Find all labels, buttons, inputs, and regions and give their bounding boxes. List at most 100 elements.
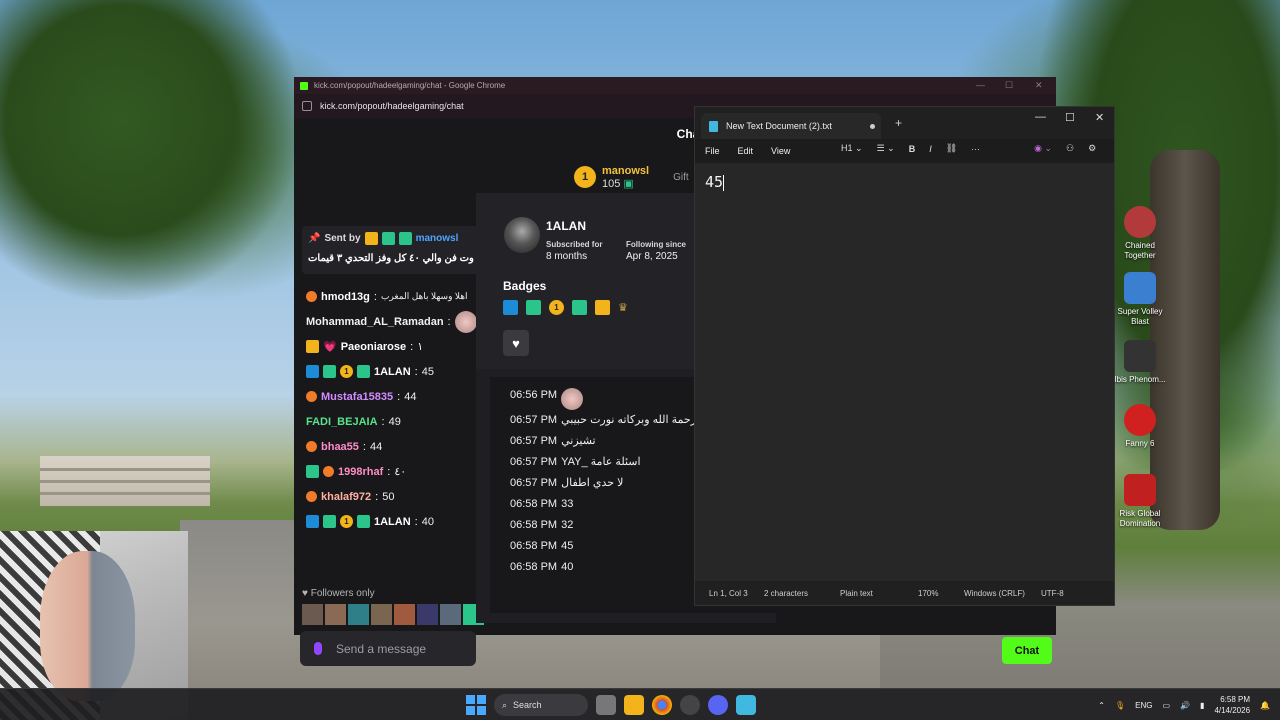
chat-username[interactable]: 1998rhaf bbox=[338, 466, 383, 478]
account-icon[interactable]: ⚇ bbox=[1066, 143, 1074, 154]
verified-badge-icon bbox=[306, 491, 317, 502]
verified-badge-icon bbox=[306, 441, 317, 452]
game-icon bbox=[1124, 340, 1156, 372]
volume-icon[interactable]: 🔊 bbox=[1180, 701, 1190, 710]
chat-username[interactable]: Mohammad_AL_Ramadan bbox=[306, 316, 444, 328]
copilot-icon[interactable]: ◉ ⌄ bbox=[1034, 143, 1052, 154]
moderator-badge-icon bbox=[306, 515, 319, 528]
microphone-icon[interactable]: 🎙 bbox=[1115, 701, 1125, 710]
desktop-icon-risk[interactable]: Risk Global Domination bbox=[1114, 474, 1166, 529]
settings-gear-icon[interactable]: ⚙ bbox=[1088, 143, 1096, 154]
user-badges: 1 ♛ bbox=[503, 300, 628, 315]
menu-file[interactable]: File bbox=[705, 146, 720, 156]
battery-icon[interactable]: ▮ bbox=[1200, 701, 1204, 710]
desktop-icon-fanny[interactable]: Fanny 6 bbox=[1114, 404, 1166, 449]
gift-badge-icon bbox=[572, 300, 587, 315]
status-chars: 2 characters bbox=[764, 588, 809, 598]
pinned-message[interactable]: 📌 Sent by manowsl وت فن والي ٤٠ كل وفز ا… bbox=[302, 226, 482, 274]
pin-icon: 📌 bbox=[308, 233, 321, 244]
italic-icon[interactable]: I bbox=[929, 144, 932, 154]
clock[interactable]: 6:58 PM 4/14/2026 bbox=[1214, 694, 1250, 716]
gifter-name: manowsl bbox=[602, 164, 650, 177]
chrome-icon[interactable] bbox=[652, 695, 672, 715]
file-explorer-icon[interactable] bbox=[624, 695, 644, 715]
heart-emote-icon: 💗 bbox=[323, 341, 337, 353]
notepad-tabbar[interactable]: New Text Document (2).txt + — ☐ ✕ bbox=[695, 107, 1114, 139]
discord-icon[interactable] bbox=[708, 695, 728, 715]
chat-username[interactable]: khalaf972 bbox=[321, 491, 371, 503]
gift-leaderboard[interactable]: 1 manowsl 105 ▣ Gift bbox=[574, 160, 689, 194]
start-button[interactable] bbox=[466, 695, 486, 715]
maximize-icon[interactable]: ☐ bbox=[1005, 80, 1013, 91]
heading-select[interactable]: H1 ⌄ bbox=[841, 143, 863, 154]
link-icon[interactable]: ⛓ bbox=[946, 143, 957, 154]
pinned-user[interactable]: manowsl bbox=[416, 233, 459, 244]
search-label: Search bbox=[513, 700, 542, 710]
history-text: 32 bbox=[561, 519, 574, 531]
avatar[interactable] bbox=[302, 604, 323, 625]
close-icon[interactable]: ✕ bbox=[1035, 80, 1043, 91]
new-tab-icon[interactable]: + bbox=[895, 116, 902, 130]
chat-username[interactable]: Paeoniarose bbox=[341, 341, 406, 353]
gift-badge-icon bbox=[357, 515, 370, 528]
microphone-icon[interactable] bbox=[314, 642, 322, 655]
chat-username[interactable]: hmod13g bbox=[321, 291, 370, 303]
taskbar-apps: ⌕ Search bbox=[466, 694, 756, 716]
site-info-icon[interactable] bbox=[302, 101, 312, 111]
minimize-icon[interactable]: — bbox=[976, 80, 985, 90]
notepad-editor[interactable]: 45 bbox=[695, 163, 1114, 581]
status-zoom[interactable]: 170% bbox=[918, 589, 938, 598]
chat-username[interactable]: 1ALAN bbox=[374, 516, 411, 528]
chat-username[interactable]: bhaa55 bbox=[321, 441, 359, 453]
notepad-taskbar-icon[interactable] bbox=[736, 695, 756, 715]
minimize-icon[interactable]: — bbox=[1035, 111, 1046, 123]
notepad-tab[interactable]: New Text Document (2).txt bbox=[701, 113, 881, 139]
chrome-titlebar[interactable]: kick.com/popout/hadeelgaming/chat - Goog… bbox=[294, 77, 1056, 94]
list-icon[interactable]: ☰ ⌄ bbox=[877, 143, 895, 154]
chevron-up-icon[interactable]: ⌃ bbox=[1098, 701, 1105, 710]
unsaved-dot-icon[interactable] bbox=[869, 123, 875, 129]
gifts-tab[interactable]: Gift bbox=[673, 172, 689, 183]
window-title: kick.com/popout/hadeelgaming/chat - Goog… bbox=[314, 81, 506, 90]
avatar bbox=[504, 217, 540, 253]
subscriber-badge-icon bbox=[381, 232, 395, 245]
desktop-icon-super-volley-blast[interactable]: Super Volley Blast bbox=[1114, 272, 1166, 327]
task-view-icon[interactable] bbox=[596, 695, 616, 715]
network-icon[interactable]: ▭ bbox=[1163, 701, 1171, 710]
avatar[interactable] bbox=[394, 604, 415, 625]
send-message-input[interactable]: Send a message bbox=[300, 631, 476, 666]
building bbox=[40, 456, 210, 506]
obs-icon[interactable] bbox=[680, 695, 700, 715]
avatar[interactable] bbox=[440, 604, 461, 625]
avatar[interactable] bbox=[325, 604, 346, 625]
chat-username[interactable]: Mustafa15835 bbox=[321, 391, 393, 403]
text-caret bbox=[723, 174, 725, 191]
gifter-rank-badge-icon: 1 bbox=[340, 365, 353, 378]
follow-heart-button[interactable]: ♥ bbox=[503, 330, 529, 356]
avatar[interactable] bbox=[371, 604, 392, 625]
avatar[interactable] bbox=[417, 604, 438, 625]
language-indicator[interactable]: ENG bbox=[1135, 701, 1152, 710]
menu-edit[interactable]: Edit bbox=[738, 146, 754, 156]
history-text: تشيزني bbox=[561, 435, 596, 447]
chat-send-button[interactable]: Chat bbox=[1002, 637, 1052, 664]
viewer-avatars[interactable] bbox=[302, 604, 484, 625]
avatar[interactable] bbox=[348, 604, 369, 625]
chat-username[interactable]: 1ALAN bbox=[374, 366, 411, 378]
desktop-icon-ibis[interactable]: Ibis Phenom... bbox=[1114, 340, 1166, 385]
chat-username[interactable]: FADI_BEJAIA bbox=[306, 416, 378, 428]
maximize-icon[interactable]: ☐ bbox=[1065, 111, 1075, 124]
address-text[interactable]: kick.com/popout/hadeelgaming/chat bbox=[320, 101, 464, 111]
bold-icon[interactable]: B bbox=[909, 144, 916, 154]
more-icon[interactable]: ··· bbox=[971, 144, 980, 154]
menu-view[interactable]: View bbox=[771, 146, 790, 156]
chat-message: FADI_BEJAIA: 49 bbox=[306, 409, 481, 434]
close-icon[interactable]: ✕ bbox=[1095, 111, 1104, 124]
gift-badge-icon bbox=[357, 365, 370, 378]
notifications-icon[interactable]: 🔔 bbox=[1260, 701, 1270, 710]
taskbar-search[interactable]: ⌕ Search bbox=[494, 694, 588, 716]
colon: : bbox=[397, 390, 401, 403]
desktop-icon-chained-together[interactable]: Chained Together bbox=[1114, 206, 1166, 261]
user-card-username[interactable]: 1ALAN bbox=[546, 219, 586, 233]
verified-badge-icon bbox=[306, 291, 317, 302]
